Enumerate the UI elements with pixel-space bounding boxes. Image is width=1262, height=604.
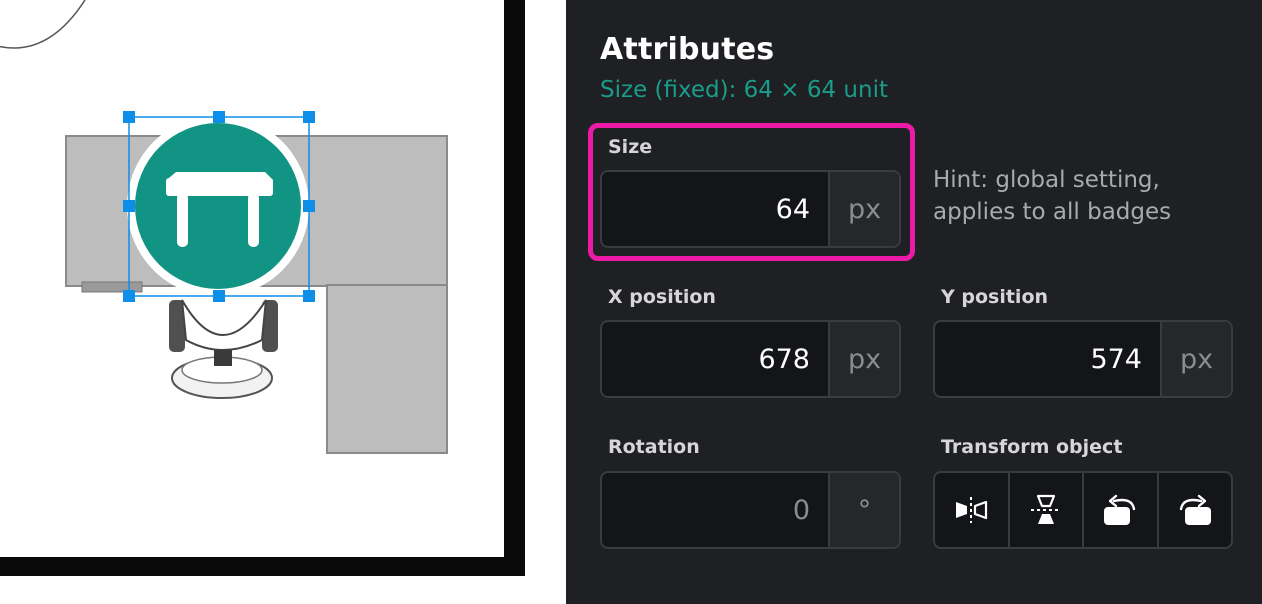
office-chair [169, 299, 278, 399]
resize-handle-s [213, 290, 225, 302]
size-label: Size [608, 136, 653, 158]
size-input[interactable]: 64 [602, 172, 828, 246]
rotation-input[interactable]: 0 [602, 473, 828, 547]
size-unit: px [828, 172, 899, 246]
y-position-input[interactable]: 574 [935, 322, 1160, 396]
rotate-left-button[interactable] [1082, 473, 1157, 547]
rotation-field[interactable]: 0 ° [600, 471, 901, 549]
flip-vertical-icon [1030, 494, 1061, 524]
flip-vertical-button[interactable] [1007, 473, 1083, 547]
wall-bottom [0, 557, 525, 576]
flip-horizontal-button[interactable] [935, 473, 1008, 547]
resize-handle-w [123, 200, 135, 212]
size-hint: Hint: global setting, applies to all bad… [933, 167, 1172, 225]
y-position-unit: px [1160, 322, 1231, 396]
door-swing-arc [0, 0, 86, 49]
size-field[interactable]: 64 px [600, 170, 901, 248]
wall-right [504, 0, 525, 576]
resize-handle-n [213, 111, 225, 123]
floorplan-canvas[interactable] [0, 0, 566, 604]
resize-handle-nw [123, 111, 135, 123]
rotate-left-icon [1104, 494, 1136, 525]
flip-horizontal-icon [956, 497, 988, 523]
transform-toolbar [933, 471, 1233, 549]
transform-label: Transform object [941, 436, 1123, 458]
size-fixed-info: Size (fixed): 64 × 64 unit [600, 77, 888, 103]
y-position-field[interactable]: 574 px [933, 320, 1233, 398]
x-position-field[interactable]: 678 px [600, 320, 901, 398]
x-position-unit: px [828, 322, 899, 396]
desk-badge[interactable] [127, 115, 309, 297]
panel-title: Attributes [600, 32, 775, 67]
resize-handle-se [303, 290, 315, 302]
rotation-label: Rotation [608, 436, 700, 458]
resize-handle-e [303, 200, 315, 212]
y-position-label: Y position [941, 286, 1049, 308]
x-position-input[interactable]: 678 [602, 322, 828, 396]
rotate-right-button[interactable] [1156, 473, 1232, 547]
x-position-label: X position [608, 286, 716, 308]
resize-handle-sw [123, 290, 135, 302]
rotate-right-icon [1179, 494, 1211, 525]
rotation-unit: ° [828, 473, 899, 547]
attributes-panel: Attributes Size (fixed): 64 × 64 unit Si… [566, 0, 1262, 604]
floorplan-drawing [0, 0, 525, 576]
resize-handle-ne [303, 111, 315, 123]
